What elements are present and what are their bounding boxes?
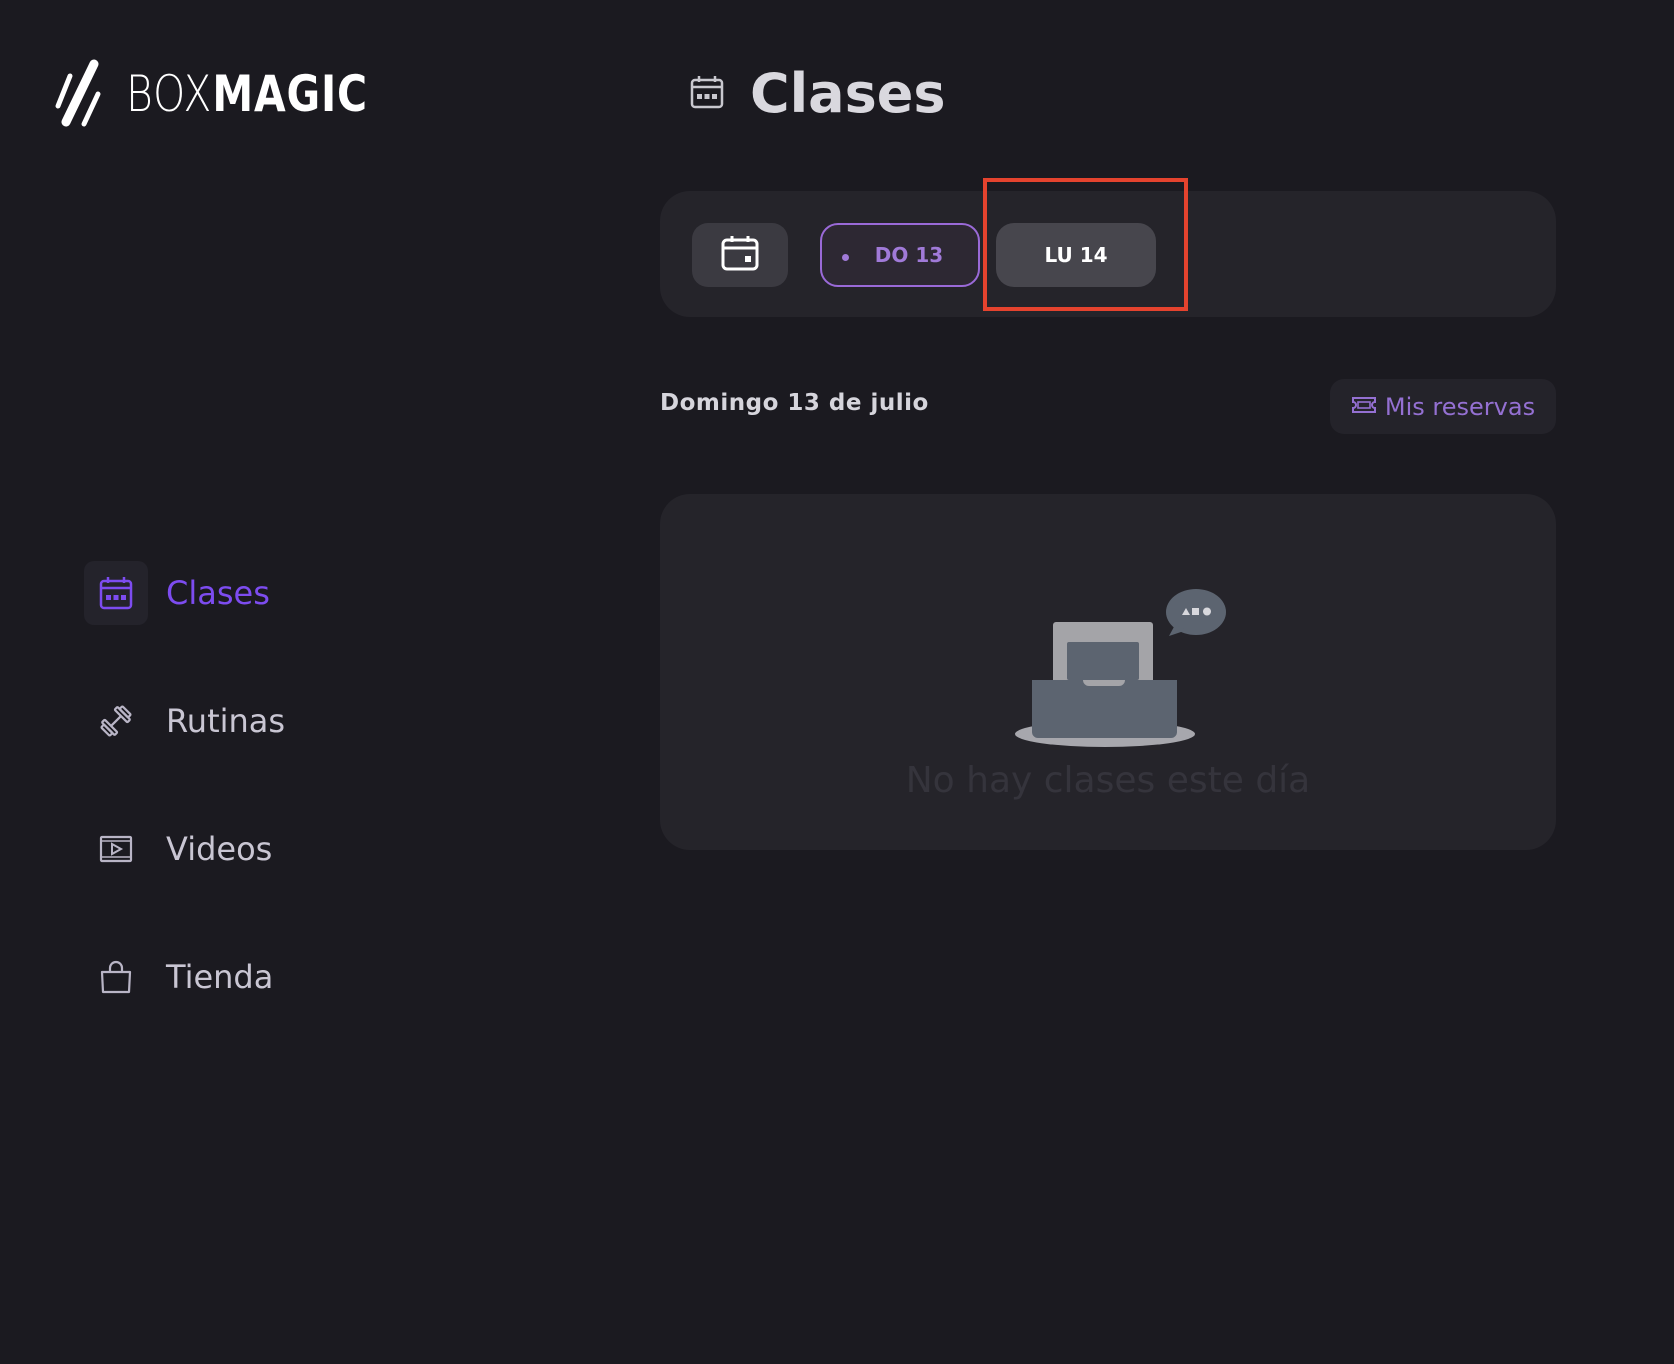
brand-logo[interactable]: BOXMAGIC	[52, 58, 421, 130]
boxmagic-logo-icon	[52, 58, 104, 130]
calendar-picker-button[interactable]	[692, 223, 788, 287]
mis-reservas-button[interactable]: Mis reservas	[1330, 379, 1556, 434]
sidebar-item-videos[interactable]: Videos	[84, 816, 285, 882]
selected-dot-icon	[842, 254, 849, 261]
dumbbell-icon	[84, 689, 148, 753]
empty-inbox-illustration	[1015, 540, 1235, 754]
page-title: Clases	[750, 62, 946, 125]
empty-state-message: No hay clases este día	[905, 760, 1311, 801]
sidebar-item-tienda[interactable]: Tienda	[84, 944, 285, 1010]
brand-name-light: BOX	[126, 65, 213, 123]
calendar-icon	[721, 235, 759, 275]
sidebar-item-label: Clases	[166, 574, 270, 612]
sidebar-nav: Clases Rutinas Videos Tienda	[84, 560, 285, 1072]
page-header: Clases	[690, 62, 946, 125]
shopping-bag-icon	[84, 945, 148, 1009]
brand-name-bold: MAGIC	[212, 65, 368, 123]
sidebar-item-label: Rutinas	[166, 702, 286, 740]
day-label: DO 13	[874, 243, 944, 267]
sidebar-item-label: Tienda	[166, 958, 274, 996]
day-button-selected[interactable]: DO 13	[820, 223, 980, 287]
day-label: LU 14	[1044, 243, 1108, 267]
app-page: BOXMAGIC Clases Rutinas Videos Tienda Cl…	[0, 0, 1674, 1364]
sidebar-item-clases[interactable]: Clases	[84, 560, 285, 626]
day-button[interactable]: LU 14	[996, 223, 1156, 287]
date-selector: DO 13 LU 14	[660, 178, 1556, 317]
ticket-icon	[1351, 393, 1377, 421]
calendar-icon	[84, 561, 148, 625]
sidebar-item-rutinas[interactable]: Rutinas	[84, 688, 285, 754]
mis-reservas-label: Mis reservas	[1384, 392, 1536, 421]
sidebar-item-label: Videos	[166, 830, 273, 868]
brand-name: BOXMAGIC	[126, 69, 368, 119]
calendar-icon	[690, 75, 724, 113]
empty-state-card: No hay clases este día	[660, 494, 1556, 850]
selected-date-heading: Domingo 13 de julio	[660, 390, 929, 416]
video-icon	[84, 817, 148, 881]
